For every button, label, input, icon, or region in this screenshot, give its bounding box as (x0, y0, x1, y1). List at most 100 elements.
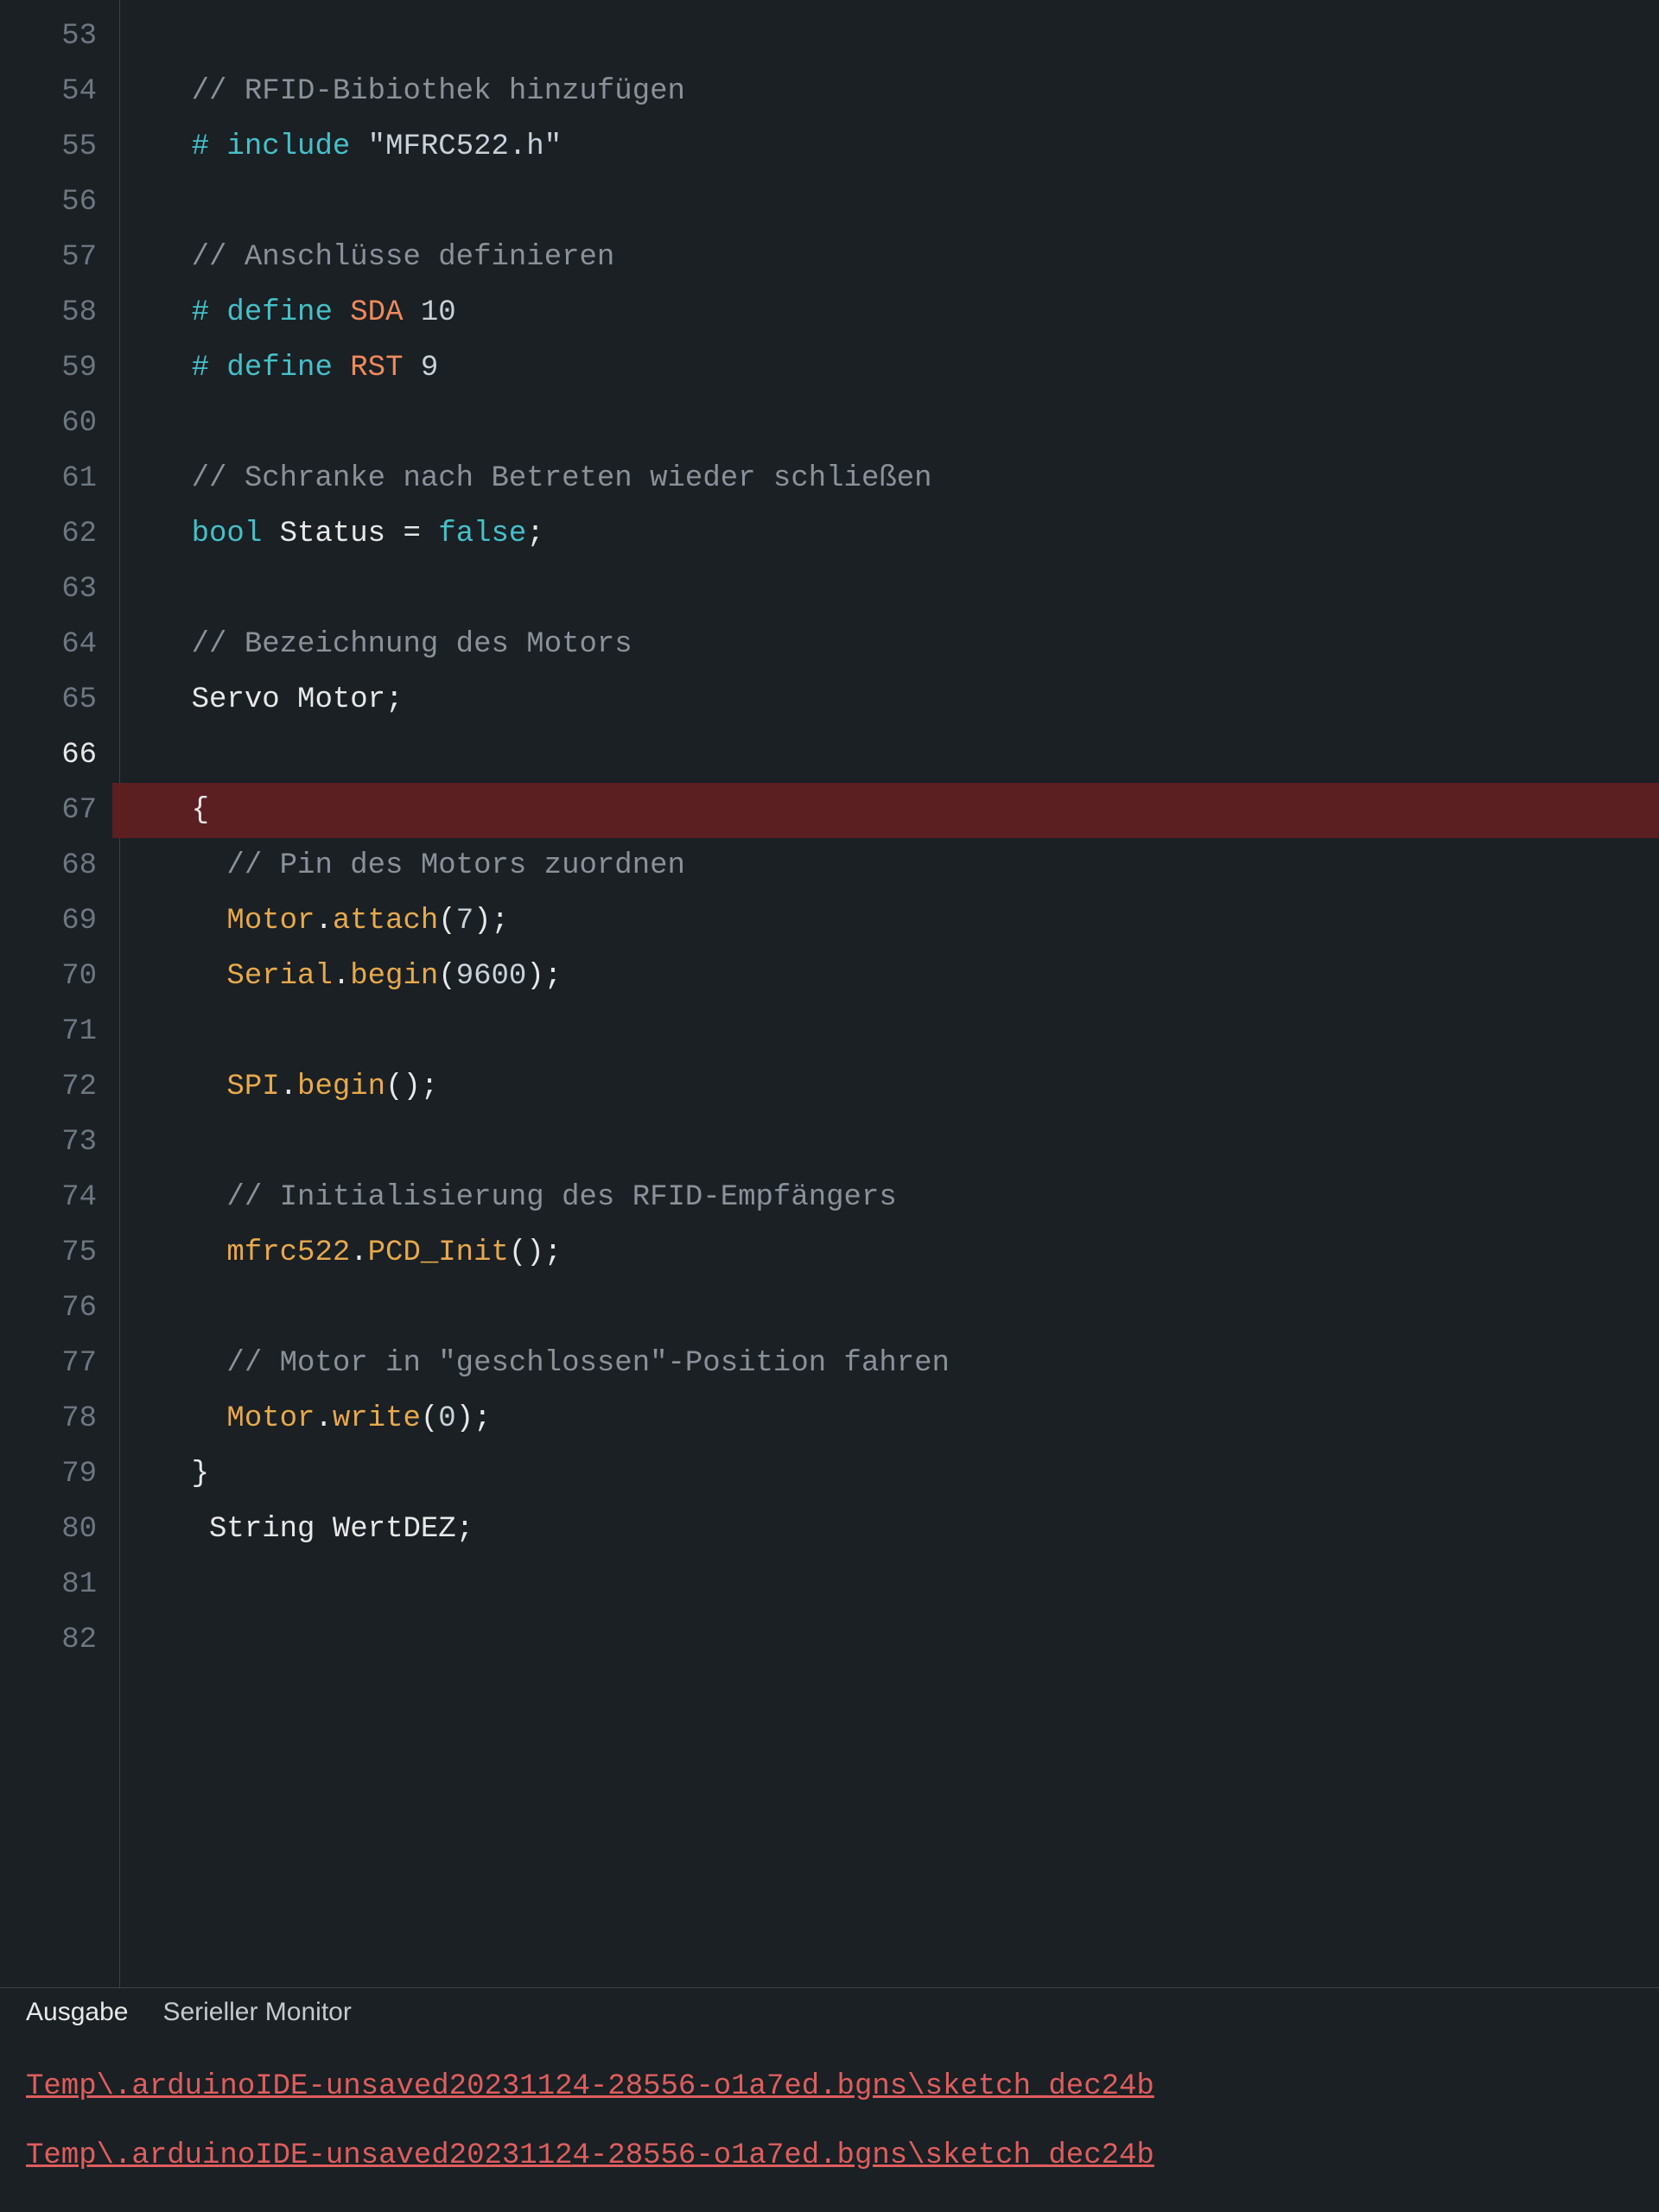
line-number: 82 (0, 1612, 112, 1668)
code-line[interactable] (112, 1281, 1659, 1336)
code-token: mfrc522 (226, 1236, 350, 1269)
code-token: } (192, 1458, 209, 1491)
error-line[interactable]: Temp\.arduinoIDE-unsaved20231124-28556-o… (26, 2121, 1633, 2190)
line-number: 73 (0, 1115, 112, 1170)
code-line[interactable]: mfrc522.PCD_Init(); (112, 1225, 1659, 1281)
code-token: // Bezeichnung des Motors (192, 628, 632, 661)
code-line[interactable]: // Motor in "geschlossen"-Position fahre… (112, 1336, 1659, 1391)
code-token: // Schranke nach Betreten wieder schließ… (192, 462, 932, 495)
code-token: SDA (350, 296, 421, 329)
code-token: // Motor in "geschlossen"-Position fahre… (226, 1347, 950, 1380)
code-token: "MFRC522.h" (368, 130, 562, 163)
code-line[interactable]: # define RST 9 (112, 340, 1659, 396)
code-token: Status (280, 518, 404, 550)
code-line[interactable]: // RFID-Bibiothek hinzufügen (112, 64, 1659, 119)
code-token: Motor (226, 905, 315, 938)
code-line[interactable]: Motor.attach(7); (112, 893, 1659, 949)
line-number: 58 (0, 285, 112, 340)
line-number: 63 (0, 562, 112, 617)
code-token: # define (192, 352, 351, 385)
code-line[interactable]: bool Status = false; (112, 506, 1659, 562)
line-number-gutter: 5354555657585960616263646566676869707172… (0, 0, 112, 1987)
code-token: 7 (456, 905, 474, 938)
line-number: 75 (0, 1225, 112, 1281)
code-line[interactable]: // Anschlüsse definieren (112, 230, 1659, 285)
code-token: (); (509, 1236, 562, 1269)
line-number: 81 (0, 1557, 112, 1612)
panel-body: Temp\.arduinoIDE-unsaved20231124-28556-o… (0, 2037, 1659, 2190)
code-line[interactable]: // Schranke nach Betreten wieder schließ… (112, 451, 1659, 506)
code-token: . (315, 905, 332, 938)
line-number: 61 (0, 451, 112, 506)
code-area[interactable]: // RFID-Bibiothek hinzufügen # include "… (112, 0, 1659, 1987)
code-token: ; (385, 683, 403, 716)
code-line[interactable] (112, 9, 1659, 64)
code-token: . (280, 1071, 297, 1103)
tab-serial-monitor[interactable]: Serieller Monitor (162, 1998, 351, 2027)
line-number: 67 (0, 783, 112, 838)
code-token: attach (333, 905, 438, 938)
line-number: 59 (0, 340, 112, 396)
code-editor[interactable]: 5354555657585960616263646566676869707172… (0, 0, 1659, 1987)
line-number: 62 (0, 506, 112, 562)
code-token: bool (192, 518, 280, 550)
code-line[interactable]: SPI.begin(); (112, 1059, 1659, 1115)
code-token: 10 (421, 296, 456, 329)
code-line[interactable]: } (112, 1446, 1659, 1502)
code-token: (); (385, 1071, 438, 1103)
code-token: // Anschlüsse definieren (192, 241, 615, 274)
code-line[interactable] (112, 396, 1659, 451)
code-token: false (438, 518, 526, 550)
code-line[interactable] (112, 175, 1659, 230)
code-line[interactable]: // Bezeichnung des Motors (112, 617, 1659, 672)
code-line[interactable] (112, 728, 1659, 783)
line-number: 55 (0, 119, 112, 175)
line-number: 71 (0, 1004, 112, 1059)
code-token: = (403, 518, 438, 550)
code-token: . (350, 1236, 367, 1269)
line-number: 77 (0, 1336, 112, 1391)
code-token: . (333, 960, 350, 993)
code-line[interactable]: { (112, 783, 1659, 838)
code-token: SPI (226, 1071, 279, 1103)
line-number: 79 (0, 1446, 112, 1502)
code-line[interactable]: # include "MFRC522.h" (112, 119, 1659, 175)
code-token: RST (350, 352, 421, 385)
code-token: String WertDEZ (209, 1513, 456, 1546)
code-line[interactable] (112, 562, 1659, 617)
code-token: ( (438, 905, 455, 938)
code-token: write (333, 1402, 421, 1435)
code-token: ; (456, 1513, 474, 1546)
line-number: 78 (0, 1391, 112, 1446)
line-number: 74 (0, 1170, 112, 1225)
code-line[interactable] (112, 1557, 1659, 1612)
line-number: 69 (0, 893, 112, 949)
line-number: 76 (0, 1281, 112, 1336)
code-line[interactable]: Servo Motor; (112, 672, 1659, 728)
error-line[interactable]: Temp\.arduinoIDE-unsaved20231124-28556-o… (26, 2052, 1633, 2121)
code-line[interactable]: Motor.write(0); (112, 1391, 1659, 1446)
code-token: ; (526, 518, 543, 550)
code-token: // Pin des Motors zuordnen (226, 849, 685, 882)
code-line[interactable]: String WertDEZ; (112, 1502, 1659, 1557)
code-token: // Initialisierung des RFID-Empfängers (226, 1181, 896, 1214)
code-token: 0 (438, 1402, 455, 1435)
panel-tabs: Ausgabe Serieller Monitor (0, 1987, 1659, 2037)
code-line[interactable]: # define SDA 10 (112, 285, 1659, 340)
code-token: ( (438, 960, 455, 993)
code-token: ( (421, 1402, 438, 1435)
code-token: ); (456, 1402, 492, 1435)
code-line[interactable]: // Pin des Motors zuordnen (112, 838, 1659, 893)
code-line[interactable]: // Initialisierung des RFID-Empfängers (112, 1170, 1659, 1225)
tab-output[interactable]: Ausgabe (26, 1998, 128, 2027)
code-token: begin (350, 960, 438, 993)
code-line[interactable] (112, 1115, 1659, 1170)
code-token: PCD_Init (368, 1236, 509, 1269)
line-number: 80 (0, 1502, 112, 1557)
code-token: 9600 (456, 960, 527, 993)
bottom-panel: Ausgabe Serieller Monitor Temp\.arduinoI… (0, 1987, 1659, 2212)
code-line[interactable]: Serial.begin(9600); (112, 949, 1659, 1004)
code-line[interactable] (112, 1612, 1659, 1668)
code-line[interactable] (112, 1004, 1659, 1059)
code-token: Motor (226, 1402, 315, 1435)
